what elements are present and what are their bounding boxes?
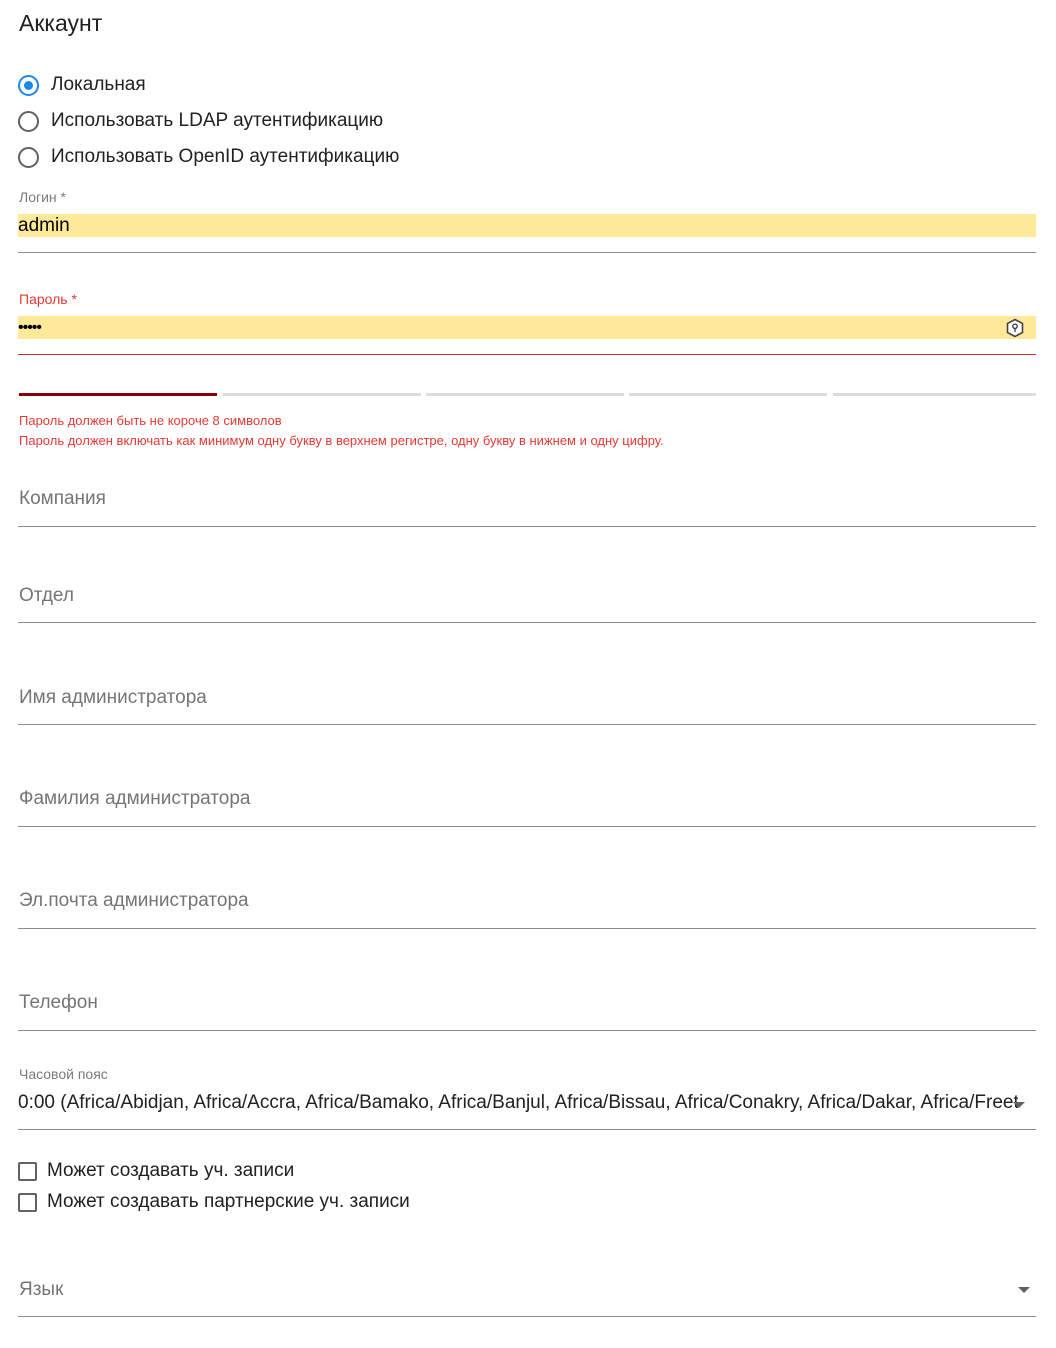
radio-local-auth-label: Локальная <box>51 74 146 95</box>
radio-ldap-auth-label: Использовать LDAP аутентификацию <box>51 110 384 131</box>
login-label: Логин * <box>19 189 66 205</box>
password-underline <box>18 354 1036 355</box>
password-visibility-icon[interactable] <box>1005 318 1025 338</box>
phone-input[interactable]: Телефон <box>19 992 98 1014</box>
radio-openid-auth-label: Использовать OpenID аутентификацию <box>51 146 400 167</box>
radio-unselected-icon <box>18 146 39 168</box>
admin-first-name-input[interactable]: Имя администратора <box>19 687 207 709</box>
language-underline <box>18 1316 1036 1317</box>
admin-last-name-input[interactable]: Фамилия администратора <box>19 788 251 810</box>
timezone-underline <box>18 1129 1036 1130</box>
checkbox-icon <box>18 1161 37 1181</box>
checkbox-can-create-accounts-label: Может создавать уч. записи <box>47 1160 295 1181</box>
strength-segment <box>426 393 624 396</box>
company-underline <box>18 526 1036 527</box>
admin-email-underline <box>18 928 1036 929</box>
checkbox-can-create-accounts[interactable]: Может создавать уч. записи <box>18 1159 294 1183</box>
checkbox-can-create-partner-accounts-label: Может создавать партнерские уч. записи <box>47 1191 410 1212</box>
strength-segment <box>223 393 421 396</box>
password-error-length: Пароль должен быть не короче 8 символов <box>19 413 282 428</box>
phone-underline <box>18 1030 1036 1031</box>
radio-selected-icon <box>18 74 39 96</box>
company-input[interactable]: Компания <box>19 488 106 510</box>
admin-last-name-underline <box>18 826 1036 827</box>
department-input[interactable]: Отдел <box>19 585 74 607</box>
chevron-down-icon[interactable] <box>1018 1287 1030 1293</box>
checkbox-can-create-partner-accounts[interactable]: Может создавать партнерские уч. записи <box>18 1190 410 1214</box>
radio-unselected-icon <box>18 110 39 132</box>
admin-email-input[interactable]: Эл.почта администратора <box>19 890 249 912</box>
login-input[interactable]: admin <box>18 214 1036 237</box>
section-title: Аккаунт <box>19 10 103 36</box>
checkbox-icon <box>18 1192 37 1212</box>
password-input[interactable]: ••••• <box>18 316 1036 339</box>
strength-segment <box>833 393 1036 396</box>
admin-first-name-underline <box>18 724 1036 725</box>
login-underline <box>18 252 1036 253</box>
radio-local-auth[interactable]: Локальная <box>18 70 146 100</box>
radio-openid-auth[interactable]: Использовать OpenID аутентификацию <box>18 142 399 172</box>
password-error-complexity: Пароль должен включать как минимум одну … <box>19 433 664 448</box>
password-label: Пароль * <box>19 291 77 307</box>
strength-segment <box>19 393 217 396</box>
timezone-select[interactable]: 0:00 (Africa/Abidjan, Africa/Accra, Afri… <box>18 1092 1018 1114</box>
chevron-down-icon[interactable] <box>1013 1102 1025 1108</box>
strength-segment <box>629 393 827 396</box>
timezone-label: Часовой пояс <box>19 1066 108 1082</box>
department-underline <box>18 622 1036 623</box>
language-select[interactable]: Язык <box>19 1279 63 1301</box>
radio-ldap-auth[interactable]: Использовать LDAP аутентификацию <box>18 106 383 136</box>
